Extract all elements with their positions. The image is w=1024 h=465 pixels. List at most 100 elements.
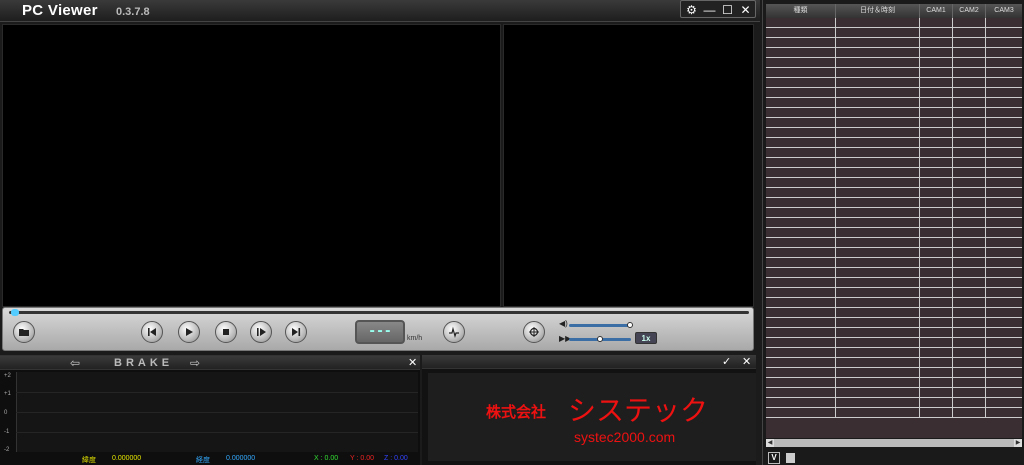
table-row[interactable] [766, 168, 1022, 178]
table-row[interactable] [766, 98, 1022, 108]
table-row[interactable] [766, 278, 1022, 288]
file-list-panel: 種類 日付＆時刻 CAM1 CAM2 CAM3 ◀ ▶ V [762, 0, 1024, 465]
table-row[interactable] [766, 28, 1022, 38]
table-row[interactable] [766, 288, 1022, 298]
table-cell [920, 388, 953, 398]
table-row[interactable] [766, 18, 1022, 28]
skip-forward-button[interactable] [285, 321, 307, 343]
column-header-cam1[interactable]: CAM1 [920, 4, 953, 18]
scroll-left-icon[interactable]: ◀ [766, 439, 774, 447]
volume-slider-handle[interactable] [627, 322, 633, 328]
table-row[interactable] [766, 308, 1022, 318]
table-row[interactable] [766, 248, 1022, 258]
column-header-cam2[interactable]: CAM2 [953, 4, 986, 18]
v-button[interactable]: V [768, 452, 780, 464]
crosshair-button[interactable] [523, 321, 545, 343]
table-cell [953, 348, 986, 358]
table-row[interactable] [766, 348, 1022, 358]
table-cell [920, 158, 953, 168]
table-cell [766, 178, 836, 188]
open-folder-button[interactable] [13, 321, 35, 343]
table-cell [766, 158, 836, 168]
table-row[interactable] [766, 328, 1022, 338]
column-header-cam3[interactable]: CAM3 [986, 4, 1022, 18]
maximize-icon[interactable]: ☐ [719, 2, 736, 18]
arrow-right-icon[interactable]: ⇨ [190, 357, 200, 369]
table-row[interactable] [766, 48, 1022, 58]
table-row[interactable] [766, 358, 1022, 368]
table-row[interactable] [766, 298, 1022, 308]
table-cell [986, 238, 1022, 248]
play-button[interactable] [178, 321, 200, 343]
table-row[interactable] [766, 338, 1022, 348]
table-cell [766, 128, 836, 138]
table-row[interactable] [766, 408, 1022, 418]
table-cell [920, 258, 953, 268]
table-row[interactable] [766, 378, 1022, 388]
y-tick: +2 [4, 373, 11, 379]
table-row[interactable] [766, 188, 1022, 198]
table-cell [986, 228, 1022, 238]
stop-button[interactable] [215, 321, 237, 343]
table-row[interactable] [766, 398, 1022, 408]
table-row[interactable] [766, 258, 1022, 268]
table-cell [953, 258, 986, 268]
check-icon[interactable]: ✓ [722, 355, 731, 368]
close-icon[interactable]: ✕ [742, 355, 751, 368]
column-header-type[interactable]: 種類 [766, 4, 836, 18]
table-row[interactable] [766, 158, 1022, 168]
skip-back-button[interactable] [141, 321, 163, 343]
close-icon[interactable]: ✕ [408, 356, 417, 369]
scroll-right-icon[interactable]: ▶ [1014, 439, 1022, 447]
table-row[interactable] [766, 388, 1022, 398]
table-row[interactable] [766, 218, 1022, 228]
table-row[interactable] [766, 138, 1022, 148]
table-cell [920, 38, 953, 48]
table-row[interactable] [766, 68, 1022, 78]
table-row[interactable] [766, 128, 1022, 138]
table-cell [953, 388, 986, 398]
horizontal-scrollbar[interactable]: ◀ ▶ [766, 439, 1022, 447]
table-row[interactable] [766, 208, 1022, 218]
table-cell [836, 328, 920, 338]
table-row[interactable] [766, 318, 1022, 328]
save-icon[interactable] [786, 453, 795, 463]
table-cell [953, 148, 986, 158]
seek-handle[interactable] [11, 309, 19, 316]
table-cell [986, 138, 1022, 148]
table-cell [986, 158, 1022, 168]
latitude-value: 0.000000 [112, 455, 142, 462]
arrow-left-icon[interactable]: ⇦ [70, 357, 80, 369]
table-row[interactable] [766, 178, 1022, 188]
logo-panel: ✓ ✕ 株式会社 システック systec2000.com [422, 355, 756, 465]
table-row[interactable] [766, 108, 1022, 118]
table-row[interactable] [766, 148, 1022, 158]
table-row[interactable] [766, 118, 1022, 128]
table-row[interactable] [766, 78, 1022, 88]
main-video-view[interactable] [2, 24, 501, 307]
secondary-video-view[interactable] [503, 24, 754, 307]
table-row[interactable] [766, 58, 1022, 68]
playback-rate-handle[interactable] [597, 336, 603, 342]
waveform-button[interactable] [443, 321, 465, 343]
table-row[interactable] [766, 228, 1022, 238]
table-row[interactable] [766, 198, 1022, 208]
close-icon[interactable]: ✕ [737, 2, 754, 18]
minimize-icon[interactable]: — [701, 2, 718, 18]
table-row[interactable] [766, 38, 1022, 48]
table-cell [920, 128, 953, 138]
table-row[interactable] [766, 238, 1022, 248]
table-row[interactable] [766, 368, 1022, 378]
gear-icon[interactable]: ⚙ [683, 2, 700, 18]
table-cell [836, 158, 920, 168]
table-cell [920, 248, 953, 258]
table-cell [920, 288, 953, 298]
table-row[interactable] [766, 268, 1022, 278]
table-cell [986, 268, 1022, 278]
step-forward-button[interactable] [250, 321, 272, 343]
column-header-datetime[interactable]: 日付＆時刻 [836, 4, 920, 18]
volume-slider[interactable] [569, 324, 631, 327]
table-cell [953, 18, 986, 28]
seek-bar[interactable] [9, 309, 749, 316]
table-row[interactable] [766, 88, 1022, 98]
